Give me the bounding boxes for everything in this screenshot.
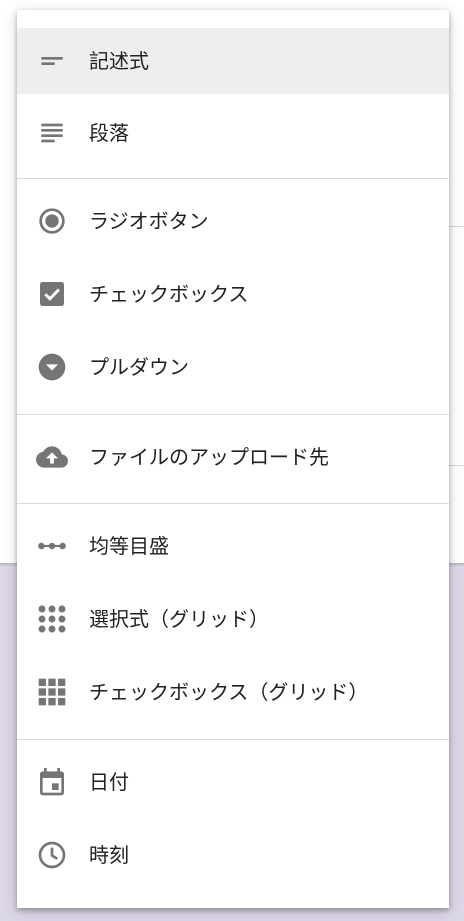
menu-item-label: 日付 <box>89 770 129 794</box>
menu-item-linear-scale[interactable]: 均等目盛 <box>17 513 449 579</box>
menu-item-file-upload[interactable]: ファイルのアップロード先 <box>17 424 449 490</box>
linear-scale-icon <box>36 530 68 562</box>
menu-divider <box>17 503 449 504</box>
menu-item-time[interactable]: 時刻 <box>17 822 449 888</box>
menu-item-label: ファイルのアップロード先 <box>89 445 329 469</box>
menu-item-label: 選択式（グリッド） <box>89 607 269 631</box>
menu-item-label: 時刻 <box>89 843 129 867</box>
menu-item-checkbox-grid[interactable]: チェックボックス（グリッド） <box>17 659 449 725</box>
radio-button-icon <box>36 205 68 237</box>
menu-item-label: 記述式 <box>89 49 149 73</box>
background-divider <box>449 465 464 466</box>
menu-item-label: ラジオボタン <box>89 209 209 233</box>
menu-item-label: 段落 <box>89 121 129 145</box>
multiple-choice-grid-icon <box>36 603 68 635</box>
menu-item-radio-button[interactable]: ラジオボタン <box>17 188 449 254</box>
calendar-icon <box>36 766 68 798</box>
menu-item-label: プルダウン <box>89 355 189 379</box>
menu-item-paragraph[interactable]: 段落 <box>17 100 449 166</box>
paragraph-icon <box>36 117 68 149</box>
menu-item-short-answer[interactable]: 記述式 <box>17 28 449 94</box>
menu-item-dropdown[interactable]: プルダウン <box>17 334 449 400</box>
menu-item-label: チェックボックス <box>89 282 249 306</box>
menu-divider <box>17 739 449 740</box>
background-divider <box>449 226 464 227</box>
dropdown-icon <box>36 351 68 383</box>
question-type-menu: 記述式 段落 ラジオボタン チェックボックス プルダウン ファイルのアップロード… <box>17 10 449 908</box>
menu-item-multiple-choice-grid[interactable]: 選択式（グリッド） <box>17 586 449 652</box>
menu-divider <box>17 178 449 179</box>
menu-item-label: チェックボックス（グリッド） <box>89 680 369 704</box>
checkbox-icon <box>36 278 68 310</box>
checkbox-grid-icon <box>36 676 68 708</box>
menu-item-date[interactable]: 日付 <box>17 749 449 815</box>
cloud-upload-icon <box>36 441 68 473</box>
menu-divider <box>17 414 449 415</box>
short-answer-icon <box>36 45 68 77</box>
clock-icon <box>36 839 68 871</box>
menu-item-label: 均等目盛 <box>89 534 169 558</box>
menu-item-checkbox[interactable]: チェックボックス <box>17 261 449 327</box>
